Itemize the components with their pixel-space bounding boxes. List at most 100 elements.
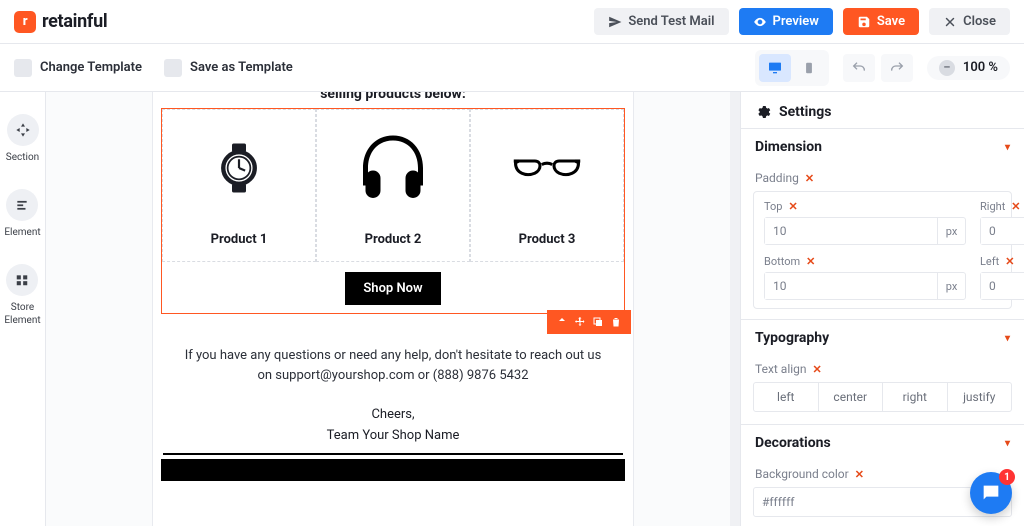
duplicate-button[interactable] (589, 314, 607, 330)
text-align-toggle: left center right justify (753, 382, 1012, 412)
chevron-down-icon: ▾ (1005, 333, 1010, 344)
eye-icon (753, 15, 767, 29)
settings-title: Settings (779, 104, 831, 120)
rail-element[interactable]: Element (4, 189, 40, 238)
reset-left-icon[interactable]: ✕ (1005, 255, 1014, 268)
shop-now-button[interactable]: Shop Now (345, 272, 440, 305)
store-element-icon (6, 264, 38, 296)
product-name: Product 2 (365, 232, 422, 247)
glasses-icon (507, 128, 587, 208)
change-template-label: Change Template (40, 60, 142, 75)
settings-panel: Settings Dimension ▾ Padding✕ Top✕ px Ri… (740, 92, 1024, 526)
rail-element-label: Element (4, 227, 40, 238)
section-icon (7, 114, 39, 146)
settings-header: Settings (741, 92, 1024, 128)
chat-badge: 1 (999, 469, 1015, 485)
canvas-area[interactable]: selling products below: Product 1 (46, 92, 740, 526)
footer-text: If you have any questions or need any he… (153, 334, 633, 385)
padding-top-input[interactable] (765, 218, 937, 244)
zoom-value: 100 % (963, 60, 998, 75)
template-add-icon (164, 59, 182, 77)
align-center-button[interactable]: center (819, 383, 884, 411)
brand-mark: r (14, 11, 36, 33)
cheers-text: Cheers, (153, 385, 633, 422)
zoom-out-icon[interactable]: – (939, 60, 955, 76)
desktop-view-button[interactable] (759, 54, 791, 82)
send-test-label: Send Test Mail (628, 14, 714, 29)
top-label: Top (764, 200, 782, 213)
email-canvas[interactable]: selling products below: Product 1 (153, 92, 633, 526)
rail-store-element[interactable]: Store Element (4, 264, 40, 326)
close-icon (943, 15, 957, 29)
decorations-section-header[interactable]: Decorations ▾ (741, 424, 1024, 461)
template-bar: Change Template Save as Template – 10 (0, 44, 1024, 92)
device-toggle (755, 50, 829, 86)
top-bar: r retainful Send Test Mail Preview Save (0, 0, 1024, 44)
padding-left-input[interactable] (981, 273, 1024, 299)
save-button[interactable]: Save (843, 8, 919, 35)
rail-section-label: Section (6, 152, 39, 163)
padding-right-input[interactable] (981, 218, 1024, 244)
brand-logo: r retainful (14, 11, 107, 33)
product-name: Product 3 (519, 232, 576, 247)
move-button[interactable] (571, 314, 589, 330)
send-test-mail-button[interactable]: Send Test Mail (594, 8, 728, 35)
typography-section-header[interactable]: Typography ▾ (741, 319, 1024, 356)
text-align-label: Text align✕ (741, 356, 1024, 376)
scrollbar[interactable] (730, 92, 740, 526)
reset-bottom-icon[interactable]: ✕ (806, 255, 815, 268)
move-up-button[interactable] (553, 314, 571, 330)
dimension-section-header[interactable]: Dimension ▾ (741, 128, 1024, 165)
brand-name: retainful (42, 11, 107, 32)
bottom-label: Bottom (764, 255, 800, 268)
padding-grid: Top✕ px Right✕ px Bottom✕ px Left✕ px (753, 191, 1012, 309)
save-as-template-button[interactable]: Save as Template (164, 59, 293, 77)
paper-plane-icon (608, 15, 622, 29)
close-button[interactable]: Close (929, 8, 1010, 35)
reset-padding-icon[interactable]: ✕ (805, 172, 814, 185)
rail-store-label-2: Element (4, 315, 40, 326)
save-label: Save (877, 14, 905, 29)
unit-label: px (937, 273, 965, 299)
watch-icon (199, 128, 279, 208)
preview-button[interactable]: Preview (739, 8, 833, 35)
align-right-button[interactable]: right (883, 383, 948, 411)
mobile-view-button[interactable] (793, 54, 825, 82)
reset-top-icon[interactable]: ✕ (788, 200, 797, 213)
close-label: Close (963, 14, 996, 29)
template-icon (14, 59, 32, 77)
block-toolbar (547, 310, 631, 334)
unit-label: px (937, 218, 965, 244)
top-actions: Send Test Mail Preview Save Close (594, 8, 1010, 35)
footer-black-block[interactable] (161, 459, 625, 481)
products-row: Product 1 Product 2 Produc (162, 109, 624, 262)
padding-label: Padding✕ (741, 165, 1024, 185)
divider-block[interactable] (163, 453, 623, 455)
truncated-heading: selling products below: (153, 92, 633, 108)
left-rail: Section Element Store Element (0, 92, 46, 526)
reset-right-icon[interactable]: ✕ (1011, 200, 1020, 213)
headphones-icon (353, 128, 433, 208)
product-cell-3[interactable]: Product 3 (470, 109, 624, 262)
delete-button[interactable] (607, 314, 625, 330)
selected-products-block[interactable]: Product 1 Product 2 Produc (161, 108, 625, 314)
chat-launcher[interactable]: 1 (970, 472, 1012, 514)
chevron-down-icon: ▾ (1005, 438, 1010, 449)
change-template-button[interactable]: Change Template (14, 59, 142, 77)
save-icon (857, 15, 871, 29)
undo-button[interactable] (843, 54, 875, 82)
rail-section[interactable]: Section (6, 114, 39, 163)
product-cell-1[interactable]: Product 1 (162, 109, 316, 262)
save-as-template-label: Save as Template (190, 60, 293, 75)
align-justify-button[interactable]: justify (948, 383, 1012, 411)
redo-button[interactable] (881, 54, 913, 82)
product-cell-2[interactable]: Product 2 (316, 109, 470, 262)
element-icon (6, 189, 38, 221)
chevron-down-icon: ▾ (1005, 142, 1010, 153)
zoom-control[interactable]: – 100 % (927, 56, 1010, 80)
padding-bottom-input[interactable] (765, 273, 937, 299)
reset-align-icon[interactable]: ✕ (813, 363, 822, 376)
left-label: Left (980, 255, 999, 268)
align-left-button[interactable]: left (754, 383, 819, 411)
reset-bg-icon[interactable]: ✕ (855, 468, 864, 481)
